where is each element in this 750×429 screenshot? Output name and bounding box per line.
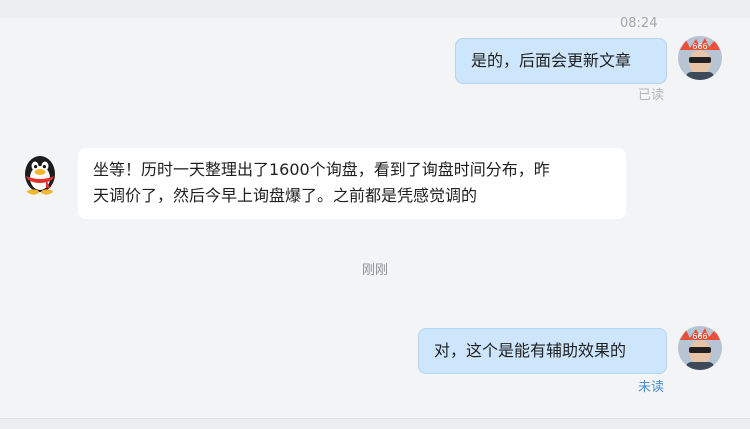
read-status: 已读 xyxy=(638,88,665,103)
message-text: 是的，后面会更新文章 xyxy=(471,51,632,70)
timestamp-divider: 刚刚 xyxy=(361,263,388,278)
message-time: 08:24 xyxy=(620,16,658,31)
input-area[interactable] xyxy=(0,419,750,429)
message-text-line-2: 天调价了，然后今早上询盘爆了。之前都是凭感觉调的 xyxy=(93,186,478,205)
message-text-line-1: 坐等！历时一天整理出了1600个询盘，看到了询盘时间分布，昨 xyxy=(93,160,550,179)
message-text: 对，这个是能有辅助效果的 xyxy=(434,341,627,360)
my-avatar[interactable]: 666 xyxy=(678,36,722,80)
message-bubble-theirs[interactable]: 坐等！历时一天整理出了1600个询盘，看到了询盘时间分布，昨 天调价了，然后今早… xyxy=(78,148,626,219)
message-bubble-mine-2[interactable]: 对，这个是能有辅助效果的 xyxy=(418,328,667,374)
svg-text:666: 666 xyxy=(692,42,707,51)
qq-avatar[interactable] xyxy=(16,148,64,196)
unread-status: 未读 xyxy=(638,380,665,395)
my-avatar[interactable]: 666 xyxy=(678,326,722,370)
message-bubble-mine-1[interactable]: 是的，后面会更新文章 xyxy=(455,38,667,84)
svg-text:666: 666 xyxy=(692,332,707,341)
